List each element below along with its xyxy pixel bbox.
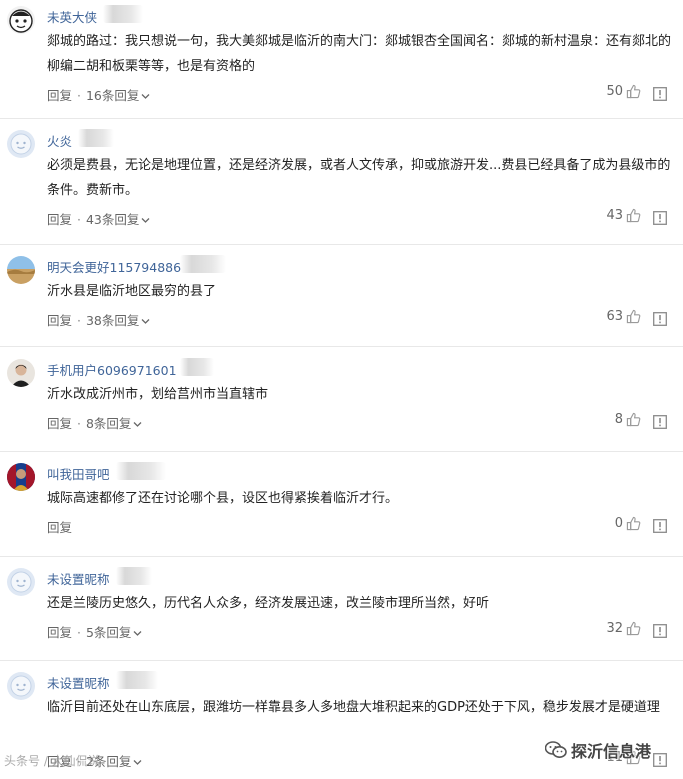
sports-avatar[interactable] bbox=[7, 463, 35, 491]
comment-item: 明天会更好115794886 沂水县是临沂地区最穷的县了 回复 · 38条回复 63 bbox=[0, 250, 683, 334]
report-icon[interactable] bbox=[653, 87, 667, 101]
view-replies-button[interactable]: 8条回复 bbox=[86, 416, 142, 431]
thumbs-up-icon[interactable] bbox=[626, 412, 641, 427]
thumbs-up-icon[interactable] bbox=[626, 621, 641, 636]
comment-text: 沂水县是临沂地区最穷的县了 bbox=[47, 284, 217, 299]
watermark-right: 探沂信息港 bbox=[545, 738, 651, 762]
separator: · bbox=[73, 625, 85, 640]
comment-actions: 回复 · 16条回复 bbox=[47, 85, 150, 104]
comment-text: 沂水改成沂州市，划给莒州市当直辖市 bbox=[47, 387, 269, 402]
like-count: 0 bbox=[614, 516, 623, 531]
redacted-timestamp bbox=[103, 5, 144, 23]
comment-divider bbox=[0, 451, 683, 452]
redacted-timestamp bbox=[180, 358, 214, 376]
comment-item: 叫我田哥吧城际高速都修了还在讨论哪个县，设区也得紧挨着临沂才行。 回复 0 bbox=[0, 457, 683, 541]
comment-actions: 回复 · 38条回复 bbox=[47, 310, 150, 329]
comment-actions: 回复 · 8条回复 bbox=[47, 413, 142, 432]
comment-text: 还是兰陵历史悠久，历代名人众多，经济发展迅速，改兰陵市理所当然，好听 bbox=[47, 596, 490, 611]
comment-item: 火炎必须是费县，无论是地理位置，还是经济发展，或者人文传承，抑或旅游开发...费… bbox=[0, 124, 683, 233]
chevron-down-icon bbox=[133, 422, 142, 427]
thumbs-up-icon[interactable] bbox=[626, 309, 641, 324]
like-count: 63 bbox=[606, 309, 623, 324]
comment-username[interactable]: 叫我田哥吧 bbox=[47, 464, 110, 483]
redacted-timestamp bbox=[78, 129, 115, 147]
chevron-down-icon bbox=[133, 631, 142, 636]
wechat-icon bbox=[545, 741, 567, 758]
comment-username[interactable]: 手机用户6096971601 bbox=[47, 360, 177, 379]
chevron-down-icon bbox=[141, 218, 150, 223]
comment-item: 未英大侠郯城的路过：我只想说一句，我大美郯城是临沂的南大门：郯城银杏全国闻名：郯… bbox=[0, 0, 683, 109]
thumbs-up-icon[interactable] bbox=[626, 84, 641, 99]
comment-username[interactable]: 火炎 bbox=[47, 131, 72, 150]
comment-divider bbox=[0, 556, 683, 557]
comment-username[interactable]: 未设置昵称 bbox=[47, 673, 110, 692]
like-button[interactable]: 8 bbox=[615, 412, 641, 427]
reply-button[interactable]: 回复 bbox=[47, 313, 72, 328]
view-replies-button[interactable]: 38条回复 bbox=[86, 313, 150, 328]
redacted-timestamp bbox=[116, 567, 152, 585]
separator: · bbox=[73, 88, 85, 103]
like-count: 50 bbox=[606, 84, 623, 99]
redacted-timestamp bbox=[116, 462, 166, 480]
like-button[interactable]: 63 bbox=[606, 309, 641, 324]
thumbs-up-icon[interactable] bbox=[626, 516, 641, 531]
default-avatar[interactable] bbox=[7, 568, 35, 596]
comment-username[interactable]: 明天会更好115794886 bbox=[47, 257, 181, 276]
like-count: 43 bbox=[606, 208, 623, 223]
comment-username[interactable]: 未英大侠 bbox=[47, 7, 97, 26]
reply-button[interactable]: 回复 bbox=[47, 212, 72, 227]
reply-button[interactable]: 回复 bbox=[47, 520, 72, 535]
watermark-right-text: 探沂信息港 bbox=[571, 742, 652, 761]
reply-button[interactable]: 回复 bbox=[47, 625, 72, 640]
separator: · bbox=[73, 416, 85, 431]
report-icon[interactable] bbox=[653, 519, 667, 533]
like-button[interactable]: 32 bbox=[606, 621, 641, 636]
redacted-timestamp bbox=[180, 255, 226, 273]
like-button[interactable]: 43 bbox=[606, 208, 641, 223]
redacted-timestamp bbox=[116, 671, 158, 689]
chevron-down-icon bbox=[133, 760, 142, 765]
comment-text: 必须是费县，无论是地理位置，还是经济发展，或者人文传承，抑或旅游开发...费县已… bbox=[47, 158, 671, 198]
view-replies-button[interactable]: 5条回复 bbox=[86, 625, 142, 640]
separator: · bbox=[73, 212, 85, 227]
comment-text: 郯城的路过：我只想说一句，我大美郯城是临沂的南大门：郯城银杏全国闻名：郯城的新村… bbox=[47, 34, 672, 74]
comment-actions: 回复 · 5条回复 bbox=[47, 622, 142, 641]
view-replies-button[interactable]: 16条回复 bbox=[86, 88, 150, 103]
comment-actions: 回复 · 43条回复 bbox=[47, 209, 150, 228]
person-avatar[interactable] bbox=[7, 359, 35, 387]
landscape-avatar[interactable] bbox=[7, 256, 35, 284]
comment-divider bbox=[0, 346, 683, 347]
separator: · bbox=[73, 313, 85, 328]
reply-button[interactable]: 回复 bbox=[47, 88, 72, 103]
comment-divider bbox=[0, 244, 683, 245]
like-button[interactable]: 0 bbox=[615, 516, 641, 531]
comment-divider bbox=[0, 660, 683, 661]
comment-username[interactable]: 未设置昵称 bbox=[47, 569, 110, 588]
comment-text: 城际高速都修了还在讨论哪个县，设区也得紧挨着临沂才行。 bbox=[47, 491, 399, 506]
default-avatar[interactable] bbox=[7, 672, 35, 700]
report-icon[interactable] bbox=[653, 753, 667, 767]
like-count: 32 bbox=[606, 621, 623, 636]
default-avatar[interactable] bbox=[7, 130, 35, 158]
comment-text: 临沂目前还处在山东底层，跟潍坊一样靠县多人多地盘大堆积起来的GDP还处于下风，稳… bbox=[47, 700, 660, 715]
report-icon[interactable] bbox=[653, 624, 667, 638]
comment-item: 手机用户6096971601 沂水改成沂州市，划给莒州市当直辖市 回复 · 8条回复… bbox=[0, 353, 683, 437]
chevron-down-icon bbox=[141, 319, 150, 324]
comment-divider bbox=[0, 118, 683, 119]
cartoon-face-avatar[interactable] bbox=[7, 6, 35, 34]
report-icon[interactable] bbox=[653, 312, 667, 326]
thumbs-up-icon[interactable] bbox=[626, 208, 641, 223]
report-icon[interactable] bbox=[653, 415, 667, 429]
comment-item: 未设置昵称 还是兰陵历史悠久，历代名人众多，经济发展迅速，改兰陵市理所当然，好听回… bbox=[0, 562, 683, 646]
chevron-down-icon bbox=[141, 94, 150, 99]
like-button[interactable]: 50 bbox=[606, 84, 641, 99]
view-replies-button[interactable]: 43条回复 bbox=[86, 212, 150, 227]
watermark-left: 头条号 / 大仙侃说 bbox=[4, 754, 100, 768]
like-count: 8 bbox=[614, 412, 623, 427]
report-icon[interactable] bbox=[653, 211, 667, 225]
comment-actions: 回复 bbox=[47, 517, 72, 536]
reply-button[interactable]: 回复 bbox=[47, 416, 72, 431]
